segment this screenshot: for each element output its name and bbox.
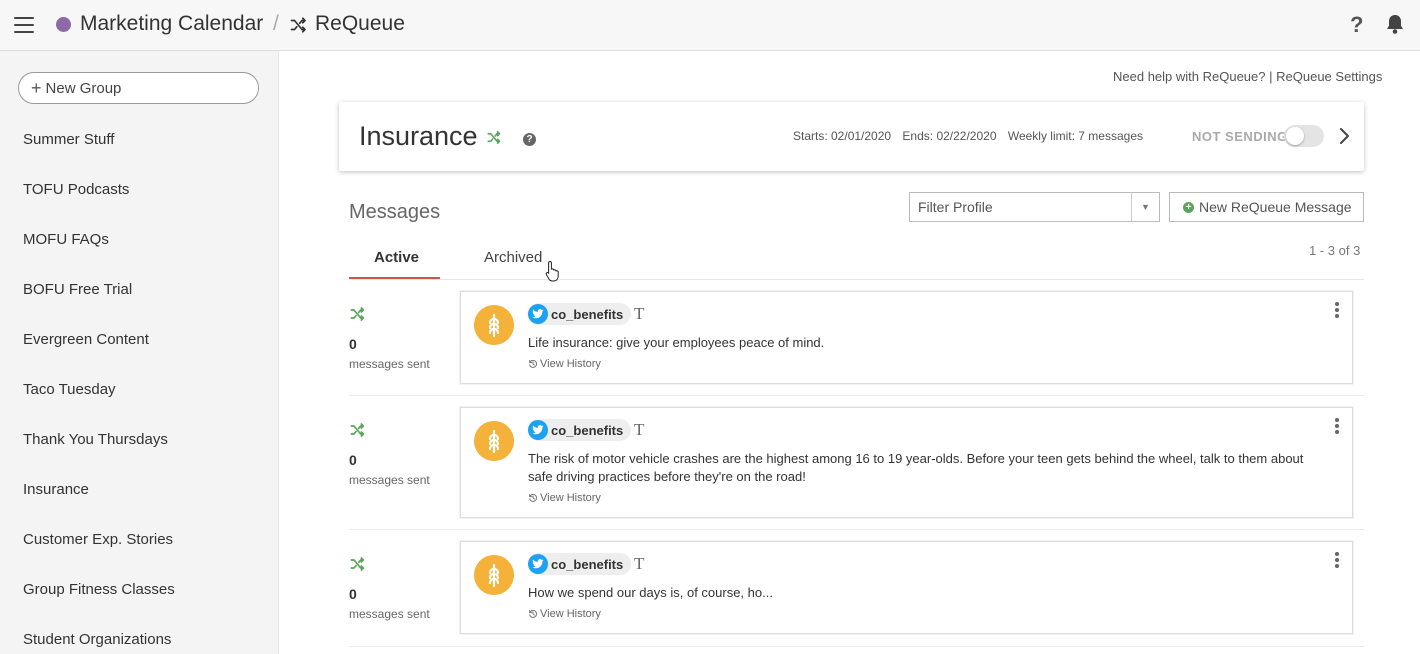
menu-icon[interactable] xyxy=(14,17,34,33)
twitter-icon xyxy=(528,304,548,324)
message-card[interactable]: co_benefits T How we spend our days is, … xyxy=(460,541,1353,634)
kebab-icon[interactable] xyxy=(1334,552,1340,568)
new-group-label: New Group xyxy=(45,79,122,97)
help-icon[interactable]: ? xyxy=(1350,12,1363,38)
kebab-icon[interactable] xyxy=(1334,302,1340,318)
sidebar-item-student-organizations[interactable]: Student Organizations xyxy=(23,631,171,648)
view-history-label: View History xyxy=(540,492,601,504)
filter-profile-select[interactable]: Filter Profile ▼ xyxy=(909,192,1160,222)
profile-name: co_benefits xyxy=(551,556,624,572)
queue-header-card: Insurance ? Starts: 02/01/2020 Ends: 02/… xyxy=(339,102,1364,171)
shuffle-icon xyxy=(487,131,501,144)
sidebar-item-insurance[interactable]: Insurance xyxy=(23,481,89,498)
breadcrumb-calendar[interactable]: Marketing Calendar xyxy=(80,12,263,36)
tab-active[interactable]: Active xyxy=(374,249,419,266)
sending-toggle[interactable] xyxy=(1284,125,1324,147)
sidebar-item-mofu-faqs[interactable]: MOFU FAQs xyxy=(23,231,109,248)
sidebar-item-bofu-free-trial[interactable]: BOFU Free Trial xyxy=(23,281,132,298)
messages-sent-count: 0 xyxy=(349,586,357,602)
top-bar: Marketing Calendar / ReQueue ? xyxy=(0,0,1420,51)
queue-end-date: Ends: 02/22/2020 xyxy=(902,129,997,143)
sidebar: + New Group Summer Stuff TOFU Podcasts M… xyxy=(0,51,279,654)
view-history-label: View History xyxy=(540,358,601,370)
messages-sent-label: messages sent xyxy=(349,357,430,371)
view-history-link[interactable]: View History xyxy=(528,358,601,370)
text-type-icon: T xyxy=(634,304,645,323)
view-history-link[interactable]: View History xyxy=(528,608,601,620)
shuffle-icon xyxy=(350,557,365,571)
new-requeue-message-label: New ReQueue Message xyxy=(1199,199,1352,215)
queue-weekly-limit: Weekly limit: 7 messages xyxy=(1007,129,1143,143)
requeue-help-link[interactable]: Need help with ReQueue? xyxy=(1113,69,1266,84)
messages-sent-label: messages sent xyxy=(349,607,430,621)
filter-profile-placeholder: Filter Profile xyxy=(918,199,993,215)
breadcrumb-separator: / xyxy=(273,12,279,35)
history-icon xyxy=(529,359,538,368)
message-text: How we spend our days is, of course, ho.… xyxy=(528,585,773,600)
profile-badge: co_benefits xyxy=(528,419,632,441)
help-links: Need help with ReQueue? | ReQueue Settin… xyxy=(1113,69,1382,84)
calendar-color-dot xyxy=(56,17,71,32)
shuffle-icon xyxy=(290,17,306,33)
profile-badge: co_benefits xyxy=(528,553,632,575)
row-divider xyxy=(349,395,1364,396)
active-tab-indicator xyxy=(349,277,440,279)
sidebar-item-evergreen-content[interactable]: Evergreen Content xyxy=(23,331,149,348)
profile-name: co_benefits xyxy=(551,422,624,438)
queue-schedule: Starts: 02/01/2020 Ends: 02/22/2020 Week… xyxy=(793,129,1151,143)
sidebar-item-customer-exp-stories[interactable]: Customer Exp. Stories xyxy=(23,531,173,548)
twitter-icon xyxy=(528,420,548,440)
twitter-icon xyxy=(528,554,548,574)
messages-sent-count: 0 xyxy=(349,336,357,352)
help-links-divider: | xyxy=(1269,69,1273,84)
queue-help-icon[interactable]: ? xyxy=(523,133,536,146)
plus-icon: + xyxy=(31,77,42,98)
plus-circle-icon: + xyxy=(1183,201,1194,213)
kebab-icon[interactable] xyxy=(1334,418,1340,434)
sidebar-item-tofu-podcasts[interactable]: TOFU Podcasts xyxy=(23,181,129,198)
wheat-avatar xyxy=(474,305,514,345)
wheat-avatar xyxy=(474,555,514,595)
new-requeue-message-button[interactable]: + New ReQueue Message xyxy=(1169,192,1364,222)
sidebar-item-thank-you-thursdays[interactable]: Thank You Thursdays xyxy=(23,431,168,448)
messages-sent-count: 0 xyxy=(349,452,357,468)
caret-down-icon: ▼ xyxy=(1131,193,1159,221)
cursor-icon xyxy=(545,260,559,282)
wheat-avatar xyxy=(474,421,514,461)
messages-heading: Messages xyxy=(349,201,441,223)
shuffle-icon xyxy=(350,307,365,321)
chevron-right-icon[interactable] xyxy=(1337,126,1351,146)
message-card[interactable]: co_benefits T Life insurance: give your … xyxy=(460,291,1353,384)
profile-name: co_benefits xyxy=(551,306,624,322)
sending-status: NOT SENDING xyxy=(1192,129,1288,144)
pagination-count: 1 - 3 of 3 xyxy=(1309,243,1361,258)
sidebar-item-summer-stuff[interactable]: Summer Stuff xyxy=(23,131,114,148)
queue-title: Insurance xyxy=(359,121,478,151)
breadcrumb-current: ReQueue xyxy=(315,12,405,35)
text-type-icon: T xyxy=(634,420,645,439)
new-group-button[interactable]: + New Group xyxy=(18,72,259,104)
view-history-link[interactable]: View History xyxy=(528,492,601,504)
row-divider xyxy=(349,646,1364,647)
messages-sent-label: messages sent xyxy=(349,473,430,487)
profile-badge: co_benefits xyxy=(528,303,632,325)
text-type-icon: T xyxy=(634,554,645,573)
shuffle-icon xyxy=(350,423,365,437)
history-icon xyxy=(529,493,538,502)
history-icon xyxy=(529,609,538,618)
message-card[interactable]: co_benefits T The risk of motor vehicle … xyxy=(460,407,1353,518)
sidebar-item-group-fitness-classes[interactable]: Group Fitness Classes xyxy=(23,581,175,598)
message-text: The risk of motor vehicle crashes are th… xyxy=(528,451,1304,484)
sidebar-item-taco-tuesday[interactable]: Taco Tuesday xyxy=(23,381,116,398)
row-divider xyxy=(349,529,1364,530)
bell-icon[interactable] xyxy=(1385,13,1405,35)
tabs-divider xyxy=(349,279,1364,280)
message-text: Life insurance: give your employees peac… xyxy=(528,335,825,350)
requeue-settings-link[interactable]: ReQueue Settings xyxy=(1276,69,1382,84)
queue-start-date: Starts: 02/01/2020 xyxy=(793,129,892,143)
view-history-label: View History xyxy=(540,608,601,620)
tab-archived[interactable]: Archived xyxy=(484,249,542,266)
